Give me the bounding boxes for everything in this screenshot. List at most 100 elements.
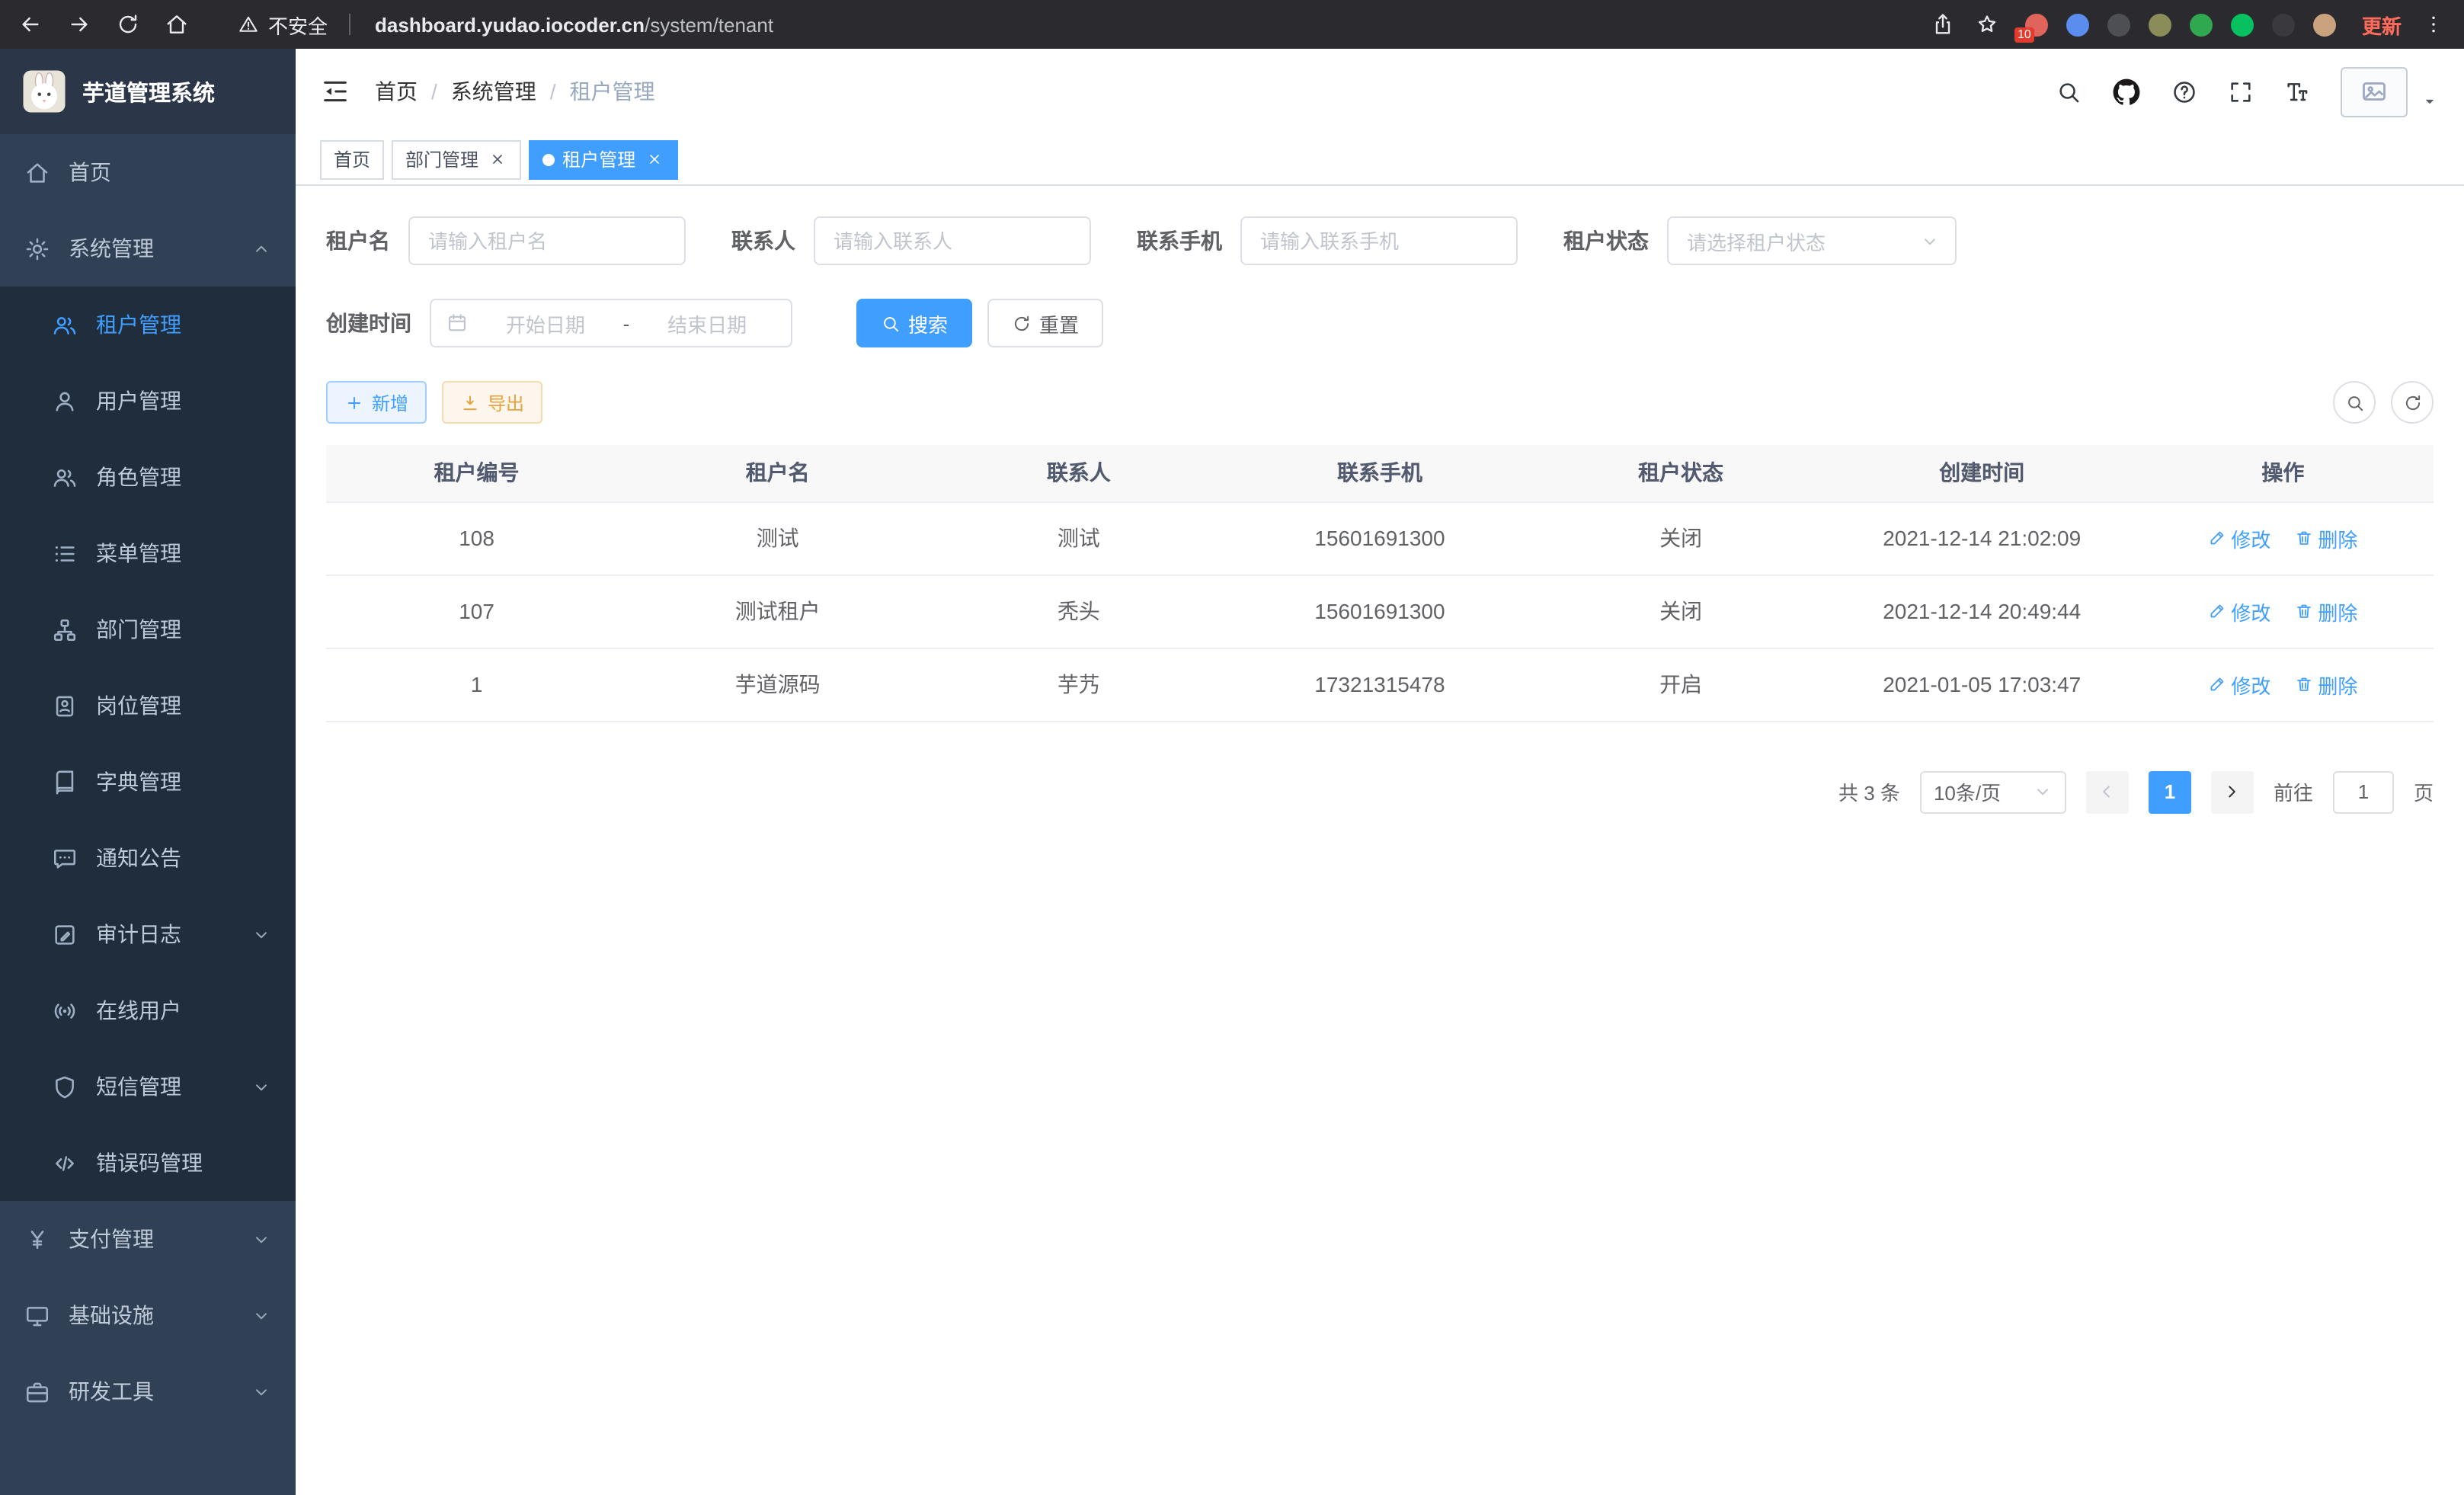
avatar[interactable]	[2341, 66, 2408, 117]
close-icon[interactable]	[486, 149, 507, 170]
filter-contact-mobile: 联系手机	[1137, 216, 1518, 265]
browser-home-icon[interactable]	[165, 12, 189, 37]
sidebar-item-label: 支付管理	[69, 1224, 154, 1254]
toggle-search-button[interactable]	[2333, 381, 2376, 424]
sidebar-item-audit-log[interactable]: 审计日志	[0, 896, 296, 972]
address-bar[interactable]: dashboard.yudao.iocoder.cn/system/tenant	[375, 13, 773, 36]
sidebar-item-label: 租户管理	[96, 309, 181, 340]
sidebar-item-sms[interactable]: 短信管理	[0, 1048, 296, 1125]
profile-avatar[interactable]	[2313, 13, 2336, 36]
book-icon	[52, 769, 78, 795]
sidebar-item-label: 基础设施	[69, 1300, 154, 1330]
page-number-1[interactable]: 1	[2149, 770, 2191, 813]
sidebar-item-home[interactable]: 首页	[0, 134, 296, 210]
select-placeholder: 请选择租户状态	[1687, 226, 1826, 255]
share-icon[interactable]	[1931, 12, 1955, 37]
edit-link[interactable]: 修改	[2208, 670, 2270, 699]
breadcrumb-item[interactable]: 系统管理	[451, 76, 536, 107]
filter-label-create-time: 创建时间	[326, 308, 411, 338]
sidebar-item-dev-tool[interactable]: 研发工具	[0, 1353, 296, 1429]
filter-tenant-name: 租户名	[326, 216, 686, 265]
tab-home[interactable]: 首页	[320, 139, 384, 179]
breadcrumb-item[interactable]: 首页	[375, 76, 418, 107]
sidebar-item-dept[interactable]: 部门管理	[0, 591, 296, 667]
extension-red[interactable]: 10	[2025, 13, 2048, 36]
tab-label: 首页	[334, 146, 370, 172]
goto-page-input[interactable]	[2333, 770, 2394, 813]
prev-page-button[interactable]	[2086, 770, 2129, 813]
reset-button[interactable]: 重置	[987, 299, 1103, 347]
security-chip[interactable]: 不安全	[238, 10, 350, 39]
user-menu-caret-icon[interactable]	[2420, 91, 2440, 110]
export-button[interactable]: 导出	[442, 381, 542, 424]
tenant-name-input[interactable]	[408, 216, 686, 265]
sidebar-item-label: 角色管理	[96, 462, 181, 492]
app-logo[interactable]: 芋道管理系统	[0, 49, 296, 134]
extension-blue[interactable]	[2066, 13, 2089, 36]
sidebar-item-menu[interactable]: 菜单管理	[0, 515, 296, 591]
fullscreen-icon[interactable]	[2228, 78, 2254, 104]
next-page-button[interactable]	[2211, 770, 2254, 813]
chevron-down-icon	[1920, 231, 1940, 251]
sidebar-item-user[interactable]: 用户管理	[0, 363, 296, 439]
cell-created: 2021-01-05 17:03:47	[1832, 648, 2133, 721]
delete-link[interactable]: 删除	[2295, 670, 2357, 699]
help-icon[interactable]	[2171, 78, 2197, 104]
sidebar-item-infra[interactable]: 基础设施	[0, 1277, 296, 1353]
sidebar-item-label: 菜单管理	[96, 538, 181, 568]
calendar-icon	[446, 312, 468, 334]
sidebar-item-dict[interactable]: 字典管理	[0, 744, 296, 820]
update-button[interactable]: 更新	[2362, 10, 2402, 39]
browser-menu-icon[interactable]	[2421, 12, 2446, 37]
tenant-status-select[interactable]: 请选择租户状态	[1667, 216, 1957, 265]
edit-icon	[2208, 529, 2226, 547]
close-icon[interactable]	[643, 149, 664, 170]
sidebar-toggle-icon[interactable]	[320, 76, 350, 107]
sidebar-item-tenant[interactable]: 租户管理	[0, 287, 296, 363]
refresh-table-button[interactable]	[2391, 381, 2434, 424]
top-navbar: 首页/系统管理/租户管理	[296, 49, 2464, 134]
header-search-icon[interactable]	[2056, 78, 2082, 104]
date-range-picker[interactable]: 开始日期 - 结束日期	[430, 299, 792, 347]
forward-icon[interactable]	[67, 12, 91, 37]
chevron-down-icon	[251, 1077, 271, 1096]
search-button[interactable]: 搜索	[856, 299, 972, 347]
cell-status: 关闭	[1531, 575, 1832, 648]
github-icon[interactable]	[2112, 77, 2141, 106]
sidebar-item-online-user[interactable]: 在线用户	[0, 972, 296, 1048]
back-icon[interactable]	[18, 12, 43, 37]
reload-icon[interactable]	[116, 12, 140, 37]
sidebar-item-post[interactable]: 岗位管理	[0, 667, 296, 744]
shield-icon	[52, 1074, 78, 1100]
sidebar-item-notice[interactable]: 通知公告	[0, 820, 296, 896]
extension-olive[interactable]	[2149, 13, 2171, 36]
extension-dark[interactable]	[2107, 13, 2130, 36]
tabs-bar: 首页部门管理租户管理	[296, 134, 2464, 186]
security-divider	[349, 14, 350, 35]
tab-tenant[interactable]: 租户管理	[529, 139, 678, 179]
delete-link[interactable]: 删除	[2295, 523, 2357, 552]
contact-name-input[interactable]	[814, 216, 1091, 265]
contact-mobile-input[interactable]	[1240, 216, 1518, 265]
edit-link[interactable]: 修改	[2208, 523, 2270, 552]
extension-wechat[interactable]	[2231, 13, 2254, 36]
edit-link[interactable]: 修改	[2208, 597, 2270, 626]
page-size-select[interactable]: 10条/页	[1920, 770, 2066, 813]
extension-green[interactable]	[2190, 13, 2213, 36]
sidebar-item-error-code[interactable]: 错误码管理	[0, 1125, 296, 1201]
total-count: 共 3 条	[1838, 777, 1900, 806]
font-size-icon[interactable]	[2284, 78, 2310, 104]
extension-gray[interactable]	[2272, 13, 2295, 36]
cell-phone: 15601691300	[1229, 575, 1530, 648]
tab-dept[interactable]: 部门管理	[392, 139, 521, 179]
sidebar-item-pay[interactable]: 支付管理	[0, 1201, 296, 1277]
add-button[interactable]: 新增	[326, 381, 427, 424]
edit-label: 修改	[2231, 597, 2270, 626]
date-end-placeholder: 结束日期	[638, 309, 776, 338]
bookmark-star-icon[interactable]	[1975, 12, 1999, 37]
table-row: 107测试租户秃头15601691300关闭2021-12-14 20:49:4…	[326, 575, 2434, 648]
chevron-up-icon	[251, 238, 271, 258]
sidebar-item-system[interactable]: 系统管理	[0, 210, 296, 287]
delete-link[interactable]: 删除	[2295, 597, 2357, 626]
sidebar-item-role[interactable]: 角色管理	[0, 439, 296, 515]
